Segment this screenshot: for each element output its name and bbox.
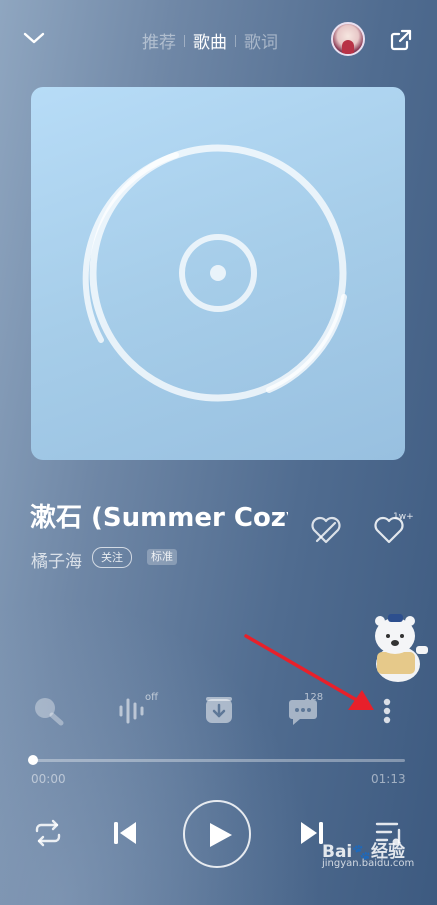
comment-count: 128 — [304, 692, 324, 703]
progress-knob[interactable] — [28, 755, 38, 765]
sound-effect-icon[interactable] — [118, 696, 148, 726]
progress-track[interactable] — [32, 759, 405, 762]
sound-effect-badge: off — [145, 692, 159, 703]
like-count: 1w+ — [393, 512, 414, 522]
total-time: 01:13 — [371, 772, 406, 786]
follow-button[interactable]: 关注 — [92, 547, 132, 568]
play-icon — [210, 823, 232, 847]
chevron-down-icon[interactable] — [23, 31, 45, 45]
tab-separator — [184, 34, 185, 47]
artist-name[interactable]: 橘子海 — [31, 547, 82, 572]
dislike-heart-icon[interactable] — [309, 515, 343, 545]
previous-icon[interactable] — [112, 820, 138, 846]
more-icon[interactable] — [380, 698, 394, 724]
vinyl-disc-icon — [82, 144, 347, 402]
tab-lyrics[interactable]: 歌词 — [240, 28, 282, 53]
current-time: 00:00 — [31, 772, 66, 786]
tab-song[interactable]: 歌曲 — [189, 28, 231, 53]
album-cover — [31, 87, 405, 460]
search-icon[interactable] — [33, 696, 65, 726]
tab-separator — [235, 34, 236, 47]
share-icon[interactable] — [389, 28, 413, 52]
repeat-icon[interactable] — [33, 819, 63, 847]
quality-badge[interactable]: 标准 — [147, 549, 177, 565]
song-title: 漱石 (Summer Cozy — [30, 503, 288, 533]
download-icon[interactable] — [204, 695, 234, 725]
play-button[interactable] — [183, 800, 251, 868]
header-tabs: 推荐 歌曲 歌词 — [138, 28, 282, 53]
avatar[interactable] — [331, 22, 365, 56]
watermark-url: jingyan.baidu.com — [322, 858, 415, 869]
tab-recommend[interactable]: 推荐 — [138, 28, 180, 53]
